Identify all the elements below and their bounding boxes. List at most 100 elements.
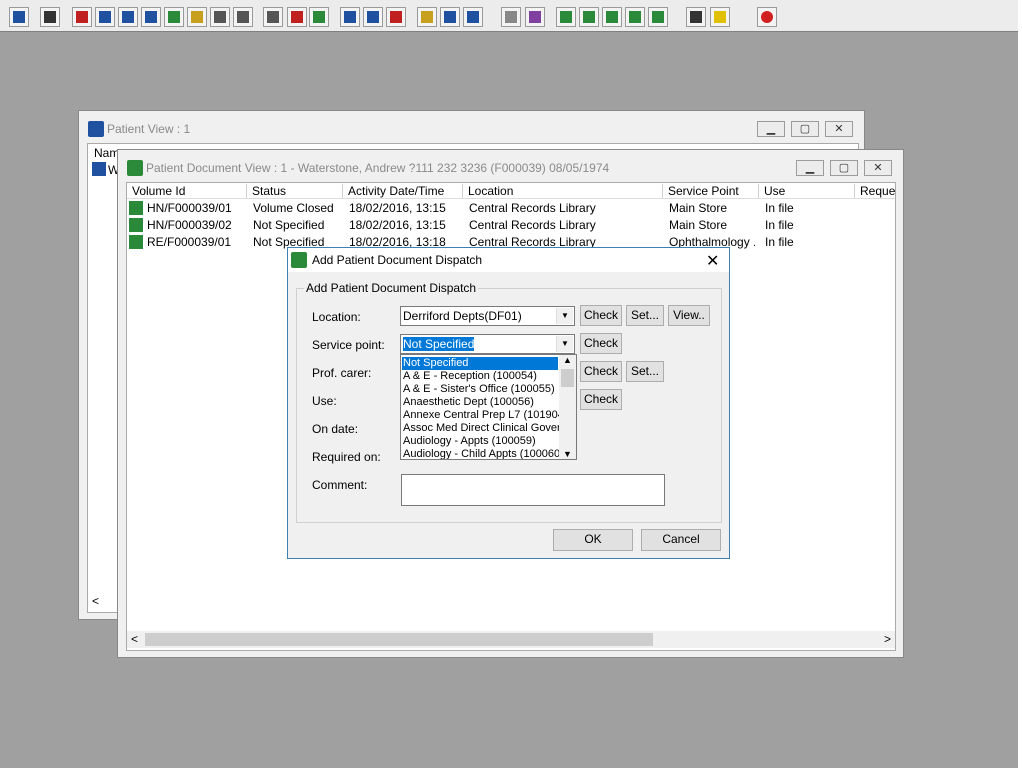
column-header-use[interactable]: Use xyxy=(759,184,855,198)
maximize-button[interactable]: ▢ xyxy=(791,121,819,137)
chevron-down-icon[interactable]: ▼ xyxy=(556,308,573,324)
chevron-up-icon[interactable]: ▲ xyxy=(563,355,572,365)
location-check-button[interactable]: Check xyxy=(580,305,622,326)
patient-view-titlebar[interactable] xyxy=(79,111,864,147)
ok-button[interactable]: OK xyxy=(553,529,633,551)
toolbar-dispatch-button[interactable] xyxy=(579,7,599,27)
dropdown-option[interactable]: A & E - Sister's Office (100055) xyxy=(402,383,559,396)
service-point-label: Service point: xyxy=(312,338,385,352)
warning-icon xyxy=(714,11,726,23)
column-header-name[interactable]: Nam xyxy=(94,146,119,160)
toolbar-m-button[interactable] xyxy=(141,7,161,27)
column-header-volume-id[interactable]: Volume Id xyxy=(127,184,247,198)
scrollbar-thumb[interactable] xyxy=(145,633,653,646)
minimize-button[interactable]: ▁ xyxy=(757,121,785,137)
maximize-button[interactable]: ▢ xyxy=(830,160,858,176)
document-view-title: Patient Document View : 1 - Waterstone, … xyxy=(146,161,610,175)
film-icon xyxy=(237,11,249,23)
toolbar-forms-button[interactable] xyxy=(363,7,383,27)
column-header-requested[interactable]: Reque xyxy=(855,184,895,198)
location-select[interactable]: Derriford Depts(DF01) ▼ xyxy=(400,306,575,326)
exit-icon xyxy=(761,11,773,23)
comment-input[interactable] xyxy=(401,474,665,506)
toolbar-clock-button[interactable] xyxy=(287,7,307,27)
toolbar-user-print-button[interactable] xyxy=(463,7,483,27)
folder-icon xyxy=(76,11,88,23)
toolbar-swap-button[interactable] xyxy=(686,7,706,27)
globe-icon xyxy=(560,11,572,23)
close-button[interactable]: ✕ xyxy=(825,121,853,137)
toolbar-doctor-button[interactable] xyxy=(164,7,184,27)
camera-icon xyxy=(214,11,226,23)
prof-carer-set-button[interactable]: Set... xyxy=(626,361,664,382)
toolbar-chart-button[interactable] xyxy=(525,7,545,27)
scroll-left-button[interactable]: < xyxy=(131,632,138,646)
on-date-label: On date: xyxy=(312,422,359,436)
scrollbar-thumb[interactable] xyxy=(561,369,574,387)
table-row[interactable]: HN/F000039/02 Not Specified 18/02/2016, … xyxy=(127,217,895,234)
toolbar-globe-edit-button[interactable] xyxy=(386,7,406,27)
column-header-service-point[interactable]: Service Point xyxy=(663,184,759,198)
service-point-value: Not Specified xyxy=(403,337,475,351)
toolbar-tracking-button[interactable] xyxy=(648,7,668,27)
location-view-button[interactable]: View.. xyxy=(668,305,710,326)
toolbar-document-button[interactable] xyxy=(501,7,521,27)
dropdown-option[interactable]: A & E - Reception (100054) xyxy=(402,370,559,383)
dropdown-option[interactable]: Audiology - Appts (100059) xyxy=(402,435,559,448)
cancel-button[interactable]: Cancel xyxy=(641,529,721,551)
toolbar-folder-button[interactable] xyxy=(72,7,92,27)
notepad-icon xyxy=(421,11,433,23)
dropdown-option[interactable]: Anaesthetic Dept (100056) xyxy=(402,396,559,409)
volume-list-header: Volume Id Status Activity Date/Time Loca… xyxy=(127,183,895,199)
chevron-down-icon[interactable]: ▼ xyxy=(556,336,573,352)
service-point-check-button[interactable]: Check xyxy=(580,333,622,354)
clock-icon xyxy=(291,11,303,23)
toolbar-patient-button[interactable] xyxy=(9,7,29,27)
chevron-down-icon[interactable]: ▼ xyxy=(563,449,572,459)
column-header-location[interactable]: Location xyxy=(463,184,663,198)
toolbar-edit-button[interactable] xyxy=(118,7,138,27)
scroll-left-button[interactable]: < xyxy=(92,594,99,608)
toolbar-notepad-button[interactable] xyxy=(417,7,437,27)
toolbar-records-button[interactable] xyxy=(95,7,115,27)
column-header-activity-date[interactable]: Activity Date/Time xyxy=(343,184,463,198)
toolbar-search-doc-button[interactable] xyxy=(263,7,283,27)
toolbar-exit-button[interactable] xyxy=(757,7,777,27)
toolbar-note-button[interactable] xyxy=(187,7,207,27)
location-value: Derriford Depts(DF01) xyxy=(403,309,522,323)
toolbar-transfer-button[interactable] xyxy=(625,7,645,27)
use-label: Use: xyxy=(312,394,337,408)
location-set-button[interactable]: Set... xyxy=(626,305,664,326)
service-point-select[interactable]: Not Specified ▼ xyxy=(400,334,575,354)
column-header-status[interactable]: Status xyxy=(247,184,343,198)
toolbar-print-button[interactable] xyxy=(40,7,60,27)
toolbar-scan-button[interactable] xyxy=(340,7,360,27)
dropdown-option[interactable]: Audiology - Child Appts (100060) xyxy=(402,448,559,459)
toolbar-return-button[interactable] xyxy=(602,7,622,27)
dropdown-scrollbar[interactable]: ▲ ▼ xyxy=(559,355,576,459)
scan-icon xyxy=(344,11,356,23)
toolbar-globe-button[interactable] xyxy=(556,7,576,27)
scroll-right-button[interactable]: > xyxy=(884,632,891,646)
return-icon xyxy=(606,11,618,23)
close-icon[interactable]: ✕ xyxy=(706,251,719,271)
toolbar-camera-button[interactable] xyxy=(210,7,230,27)
table-row[interactable]: HN/F000039/01 Volume Closed 18/02/2016, … xyxy=(127,200,895,217)
prof-carer-check-button[interactable]: Check xyxy=(580,361,622,382)
dropdown-option[interactable]: Annexe Central Prep L7 (101904) xyxy=(402,409,559,422)
dropdown-option[interactable]: Assoc Med Direct Clinical Governance xyxy=(402,422,559,435)
add-dispatch-dialog[interactable]: Add Patient Document Dispatch ✕ Add Pati… xyxy=(287,247,730,559)
use-check-button[interactable]: Check xyxy=(580,389,622,410)
close-button[interactable]: ✕ xyxy=(864,160,892,176)
main-toolbar xyxy=(0,0,1022,32)
horizontal-scrollbar[interactable]: < > xyxy=(127,631,895,648)
toolbar-monitor-button[interactable] xyxy=(309,7,329,27)
minimize-button[interactable]: ▁ xyxy=(796,160,824,176)
toolbar-printer-button[interactable] xyxy=(440,7,460,27)
dropdown-option[interactable]: Not Specified xyxy=(402,357,558,370)
toolbar-warning-button[interactable] xyxy=(710,7,730,27)
cell-volume-id: HN/F000039/01 xyxy=(147,201,232,215)
cell-volume-id: RE/F000039/01 xyxy=(147,235,232,249)
service-point-dropdown-list[interactable]: Not Specified A & E - Reception (100054)… xyxy=(400,354,577,460)
toolbar-film-button[interactable] xyxy=(233,7,253,27)
